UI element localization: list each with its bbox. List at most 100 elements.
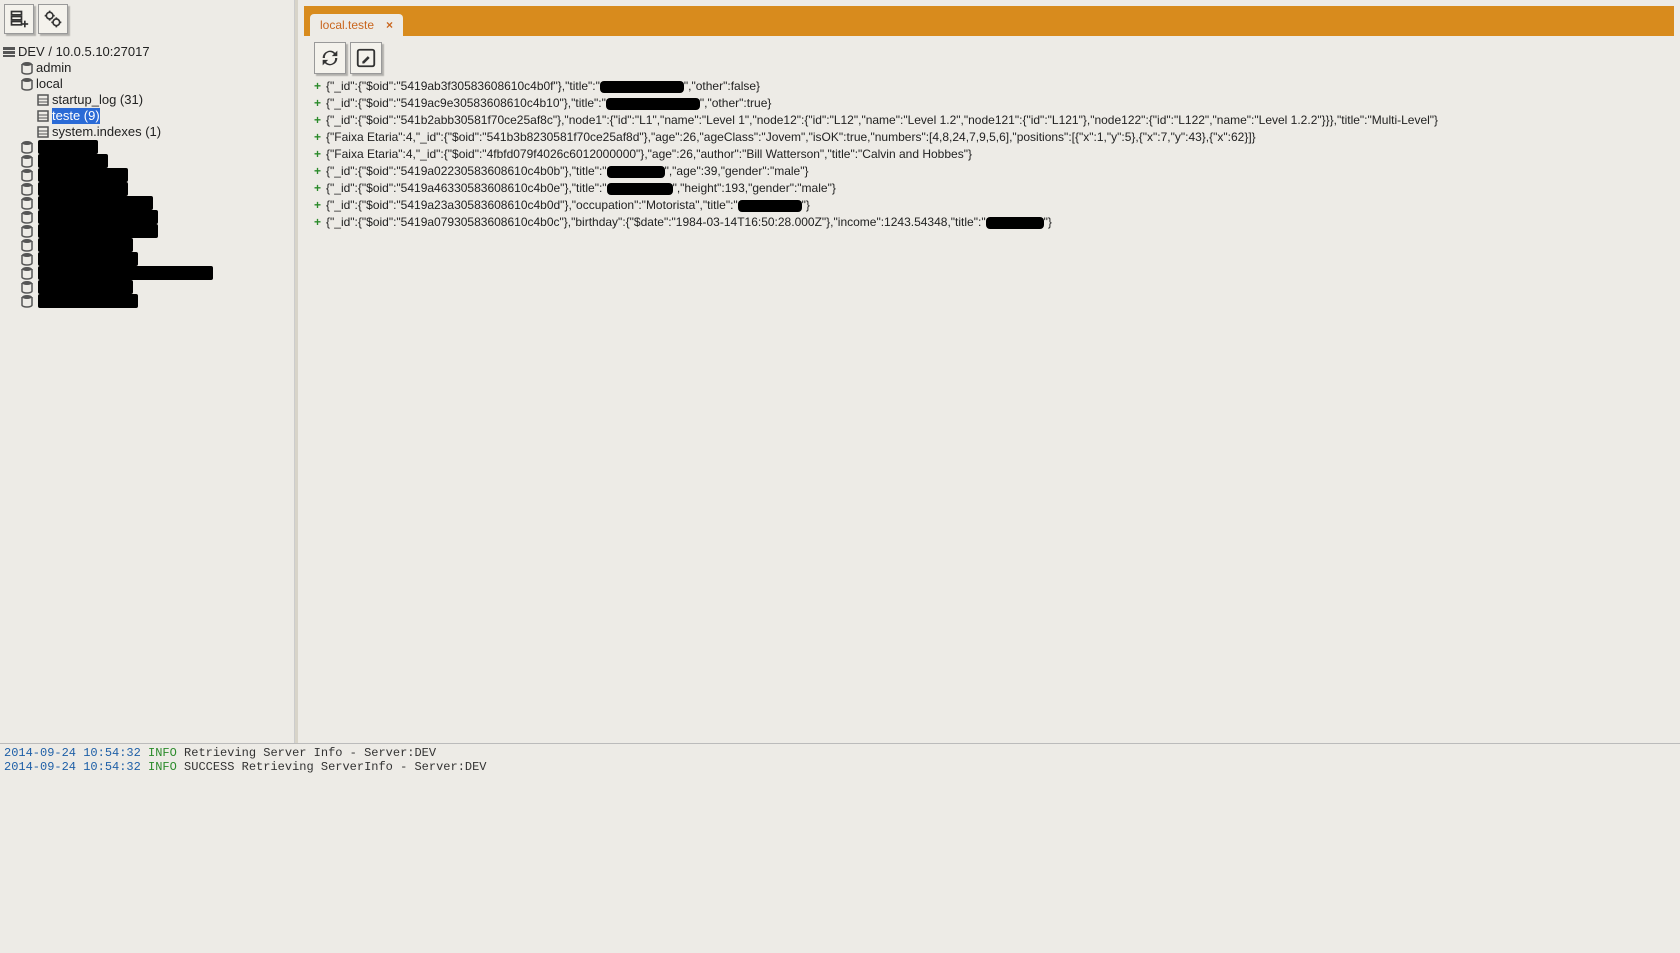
tree-server-node[interactable]: DEV / 10.0.5.10:27017	[2, 44, 294, 60]
expand-icon[interactable]: +	[314, 95, 326, 112]
log-level: INFO	[148, 746, 177, 760]
tab-content: +{"_id":{"$oid":"5419ab3f30583608610c4b0…	[304, 36, 1674, 737]
tree-database-node[interactable]	[2, 196, 294, 210]
tree-collection-node[interactable]: teste (9)	[2, 108, 294, 124]
document-text: {"_id":{"$oid":"541b2abb30581f70ce25af8c…	[326, 112, 1438, 129]
document-text: {"_id":{"$oid":"5419a23a30583608610c4b0d…	[326, 197, 738, 214]
add-server-button[interactable]	[4, 4, 34, 34]
edit-button[interactable]	[350, 42, 382, 74]
redacted-label	[38, 294, 138, 308]
database-label: admin	[36, 60, 71, 76]
document-text: ","age":39,"gender":"male"}	[665, 163, 809, 180]
database-icon	[20, 280, 34, 294]
document-row[interactable]: +{"_id":{"$oid":"5419ab3f30583608610c4b0…	[314, 78, 1664, 95]
tab-bar: local.teste ×	[304, 6, 1674, 36]
database-icon	[20, 140, 34, 154]
redacted-label	[38, 252, 138, 266]
redacted-label	[38, 210, 158, 224]
redacted-label	[38, 238, 133, 252]
document-row[interactable]: +{"Faixa Etaria":4,"_id":{"$oid":"541b3b…	[314, 129, 1664, 146]
redacted-label	[38, 168, 128, 182]
tree-collection-node[interactable]: system.indexes (1)	[2, 124, 294, 140]
expand-icon[interactable]: +	[314, 129, 326, 146]
database-icon	[20, 77, 34, 91]
database-icon	[20, 252, 34, 266]
database-icon	[20, 266, 34, 280]
tree-database-node[interactable]	[2, 168, 294, 182]
settings-button[interactable]	[38, 4, 68, 34]
document-text: {"_id":{"$oid":"5419a07930583608610c4b0c…	[326, 214, 986, 231]
document-text: ","height":193,"gender":"male"}	[673, 180, 836, 197]
document-text: "}	[1044, 214, 1052, 231]
document-row[interactable]: +{"_id":{"$oid":"541b2abb30581f70ce25af8…	[314, 112, 1664, 129]
refresh-button[interactable]	[314, 42, 346, 74]
expand-icon[interactable]: +	[314, 197, 326, 214]
collection-label: startup_log (31)	[52, 92, 143, 108]
log-line: 2014-09-24 10:54:32 INFO SUCCESS Retriev…	[4, 760, 1676, 774]
collection-icon	[36, 109, 50, 123]
log-panel: 2014-09-24 10:54:32 INFO Retrieving Serv…	[0, 743, 1680, 953]
document-text: ","other":true}	[700, 95, 771, 112]
document-row[interactable]: +{"_id":{"$oid":"5419a23a30583608610c4b0…	[314, 197, 1664, 214]
gears-icon	[43, 9, 63, 29]
tree-database-node[interactable]	[2, 252, 294, 266]
redacted-value	[607, 166, 665, 178]
log-timestamp: 2014-09-24 10:54:32	[4, 760, 141, 774]
log-message: SUCCESS Retrieving ServerInfo - Server:D…	[184, 760, 486, 774]
database-icon	[20, 238, 34, 252]
redacted-value	[607, 183, 673, 195]
expand-icon[interactable]: +	[314, 180, 326, 197]
refresh-icon	[319, 47, 341, 69]
redacted-value	[606, 98, 700, 110]
document-text: {"_id":{"$oid":"5419ab3f30583608610c4b0f…	[326, 78, 600, 95]
tree-database-node[interactable]: local	[2, 76, 294, 92]
document-row[interactable]: +{"_id":{"$oid":"5419a07930583608610c4b0…	[314, 214, 1664, 231]
server-label: DEV / 10.0.5.10:27017	[18, 44, 150, 60]
redacted-label	[38, 224, 158, 238]
content-toolbar	[314, 42, 1664, 74]
tab[interactable]: local.teste ×	[310, 14, 403, 36]
expand-icon[interactable]: +	[314, 146, 326, 163]
expand-icon[interactable]: +	[314, 214, 326, 231]
document-text: {"Faixa Etaria":4,"_id":{"$oid":"4fbfd07…	[326, 146, 972, 163]
redacted-value	[986, 217, 1044, 229]
collection-label: system.indexes (1)	[52, 124, 161, 140]
tree-collection-node[interactable]: startup_log (31)	[2, 92, 294, 108]
tree-database-node[interactable]	[2, 224, 294, 238]
database-icon	[20, 224, 34, 238]
close-icon[interactable]: ×	[386, 18, 393, 32]
redacted-label	[38, 196, 153, 210]
database-add-icon	[9, 9, 29, 29]
document-text: {"_id":{"$oid":"5419a02230583608610c4b0b…	[326, 163, 607, 180]
tree-database-node[interactable]	[2, 154, 294, 168]
redacted-label	[38, 140, 98, 154]
log-message: Retrieving Server Info - Server:DEV	[184, 746, 436, 760]
sidebar-toolbar	[0, 0, 294, 38]
redacted-label	[38, 154, 108, 168]
document-row[interactable]: +{"_id":{"$oid":"5419a46330583608610c4b0…	[314, 180, 1664, 197]
redacted-label	[38, 266, 213, 280]
connection-tree: DEV / 10.0.5.10:27017 admin local startu…	[0, 44, 294, 308]
tree-database-node[interactable]	[2, 210, 294, 224]
database-icon	[20, 294, 34, 308]
tree-database-node[interactable]	[2, 280, 294, 294]
document-row[interactable]: +{"_id":{"$oid":"5419ac9e30583608610c4b1…	[314, 95, 1664, 112]
tree-database-node[interactable]	[2, 294, 294, 308]
document-text: "}	[802, 197, 810, 214]
tree-database-node[interactable]: admin	[2, 60, 294, 76]
tree-database-node[interactable]	[2, 140, 294, 154]
tree-database-node[interactable]	[2, 182, 294, 196]
expand-icon[interactable]: +	[314, 163, 326, 180]
tree-database-node[interactable]	[2, 238, 294, 252]
tree-database-node[interactable]	[2, 266, 294, 280]
document-row[interactable]: +{"Faixa Etaria":4,"_id":{"$oid":"4fbfd0…	[314, 146, 1664, 163]
expand-icon[interactable]: +	[314, 112, 326, 129]
collection-label: teste (9)	[52, 108, 100, 124]
expand-icon[interactable]: +	[314, 78, 326, 95]
document-row[interactable]: +{"_id":{"$oid":"5419a02230583608610c4b0…	[314, 163, 1664, 180]
document-text: {"Faixa Etaria":4,"_id":{"$oid":"541b3b8…	[326, 129, 1256, 146]
log-level: INFO	[148, 760, 177, 774]
server-icon	[2, 45, 16, 59]
log-line: 2014-09-24 10:54:32 INFO Retrieving Serv…	[4, 746, 1676, 760]
redacted-label	[38, 182, 128, 196]
